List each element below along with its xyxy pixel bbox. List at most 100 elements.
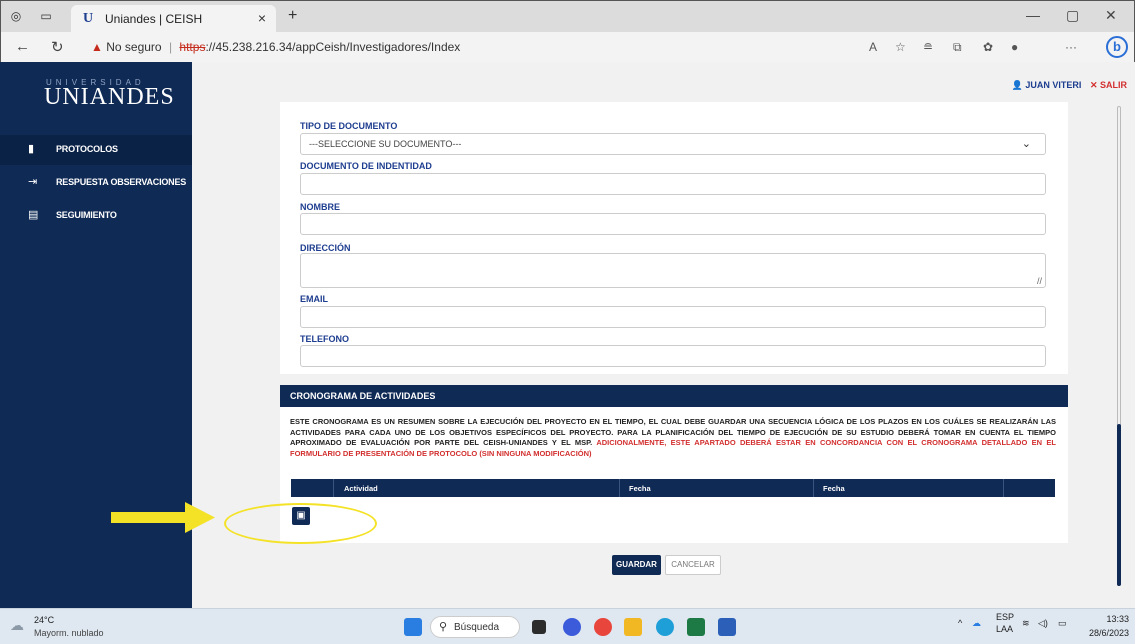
- address-bar: ← ↻ ▲ No seguro | https://45.238.216.34/…: [0, 32, 1135, 62]
- select-value: ---SELECCIONE SU DOCUMENTO---: [309, 139, 462, 149]
- column-divider: [333, 479, 334, 497]
- warning-icon: ▲: [91, 40, 103, 54]
- sidebar-item-label: RESPUESTA OBSERVACIONES: [56, 177, 187, 187]
- language-top[interactable]: ESP: [996, 612, 1014, 622]
- user-icon: 👤: [1011, 80, 1023, 90]
- activities-table-header: Actividad Fecha Fecha: [291, 479, 1055, 497]
- reload-icon[interactable]: ↻: [51, 38, 64, 56]
- read-aloud-icon[interactable]: A: [869, 40, 877, 54]
- email-label: EMAIL: [300, 294, 328, 304]
- resize-handle-icon[interactable]: //: [1037, 276, 1042, 286]
- browser-tab-bar: ◎ ▭ U Uniandes | CEISH × + — ▢ ✕: [0, 0, 1135, 33]
- url-text: ://45.238.216.34/appCeish/Investigadores…: [205, 40, 461, 54]
- cronograma-header: CRONOGRAMA DE ACTIVIDADES: [280, 385, 1068, 407]
- edge-icon[interactable]: [656, 618, 674, 636]
- security-label: No seguro: [106, 40, 162, 54]
- cronograma-title: CRONOGRAMA DE ACTIVIDADES: [290, 391, 436, 401]
- search-icon: ⚲: [439, 621, 448, 633]
- annotation-ellipse: [224, 503, 377, 544]
- nombre-label: NOMBRE: [300, 202, 340, 212]
- logout-label: SALIR: [1100, 80, 1127, 90]
- documento-input[interactable]: [300, 173, 1046, 195]
- column-header-actividad: Actividad: [344, 484, 378, 493]
- save-button[interactable]: GUARDAR: [612, 555, 661, 575]
- column-divider: [1003, 479, 1004, 497]
- profile-icon[interactable]: ●: [1011, 40, 1018, 54]
- brand-logo: UNIANDES: [44, 84, 175, 110]
- clock-date[interactable]: 28/6/2023: [1089, 628, 1129, 638]
- cancel-button[interactable]: CANCELAR: [665, 555, 721, 575]
- volume-icon[interactable]: ◁): [1038, 618, 1048, 629]
- tab-actions-icon[interactable]: ▭: [39, 9, 53, 23]
- new-tab-button[interactable]: +: [288, 7, 297, 25]
- url-scheme: https: [179, 40, 206, 54]
- telefono-label: TELEFONO: [300, 334, 349, 344]
- email-input[interactable]: [300, 306, 1046, 328]
- language-bottom[interactable]: LAA: [996, 624, 1013, 634]
- weather-description[interactable]: Mayorm. nublado: [34, 628, 104, 638]
- uniandes-favicon-icon: U: [83, 11, 94, 26]
- cloudy-weather-icon[interactable]: ☁: [10, 617, 24, 634]
- file-explorer-icon[interactable]: [624, 618, 642, 636]
- chat-icon[interactable]: [563, 618, 581, 636]
- url-field[interactable]: ▲ No seguro | https://45.238.216.34/appC…: [91, 40, 460, 54]
- tab-title: Uniandes | CEISH: [105, 12, 203, 26]
- bing-icon[interactable]: b: [1106, 36, 1128, 58]
- telefono-input[interactable]: [300, 345, 1046, 367]
- minimize-icon[interactable]: —: [1026, 7, 1040, 23]
- sidebar-item-label: PROTOCOLOS: [56, 144, 118, 154]
- nombre-input[interactable]: [300, 213, 1046, 235]
- chevron-down-icon: ⌄: [1021, 138, 1031, 150]
- sidebar-item-label: SEGUIMIENTO: [56, 210, 117, 220]
- favorite-star-icon[interactable]: ☆: [895, 40, 906, 54]
- annotation-arrow-icon: [111, 502, 215, 533]
- chrome-icon[interactable]: [594, 618, 612, 636]
- workspaces-icon[interactable]: ◎: [9, 9, 23, 23]
- close-tab-icon[interactable]: ×: [258, 10, 266, 26]
- extensions-icon[interactable]: ✿: [983, 40, 993, 54]
- clock-time[interactable]: 13:33: [1106, 614, 1129, 624]
- browser-tab[interactable]: U Uniandes | CEISH ×: [71, 5, 276, 33]
- taskbar-search[interactable]: ⚲ Búsqueda: [430, 616, 520, 638]
- cronograma-card: CRONOGRAMA DE ACTIVIDADES ESTE CRONOGRAM…: [280, 385, 1068, 543]
- direccion-textarea[interactable]: //: [300, 253, 1046, 288]
- word-icon[interactable]: [718, 618, 736, 636]
- direccion-label: DIRECCIÓN: [300, 243, 351, 253]
- column-divider: [813, 479, 814, 497]
- column-header-fecha-fin: Fecha: [823, 484, 845, 493]
- search-label: Búsqueda: [454, 622, 500, 633]
- collections-icon[interactable]: ⧉: [953, 40, 962, 55]
- wifi-icon[interactable]: ≋: [1022, 618, 1030, 629]
- taskbar: ☁ 24°C Mayorm. nublado ⚲ Búsqueda ^ ☁ ES…: [0, 608, 1135, 644]
- tipo-documento-select[interactable]: ---SELECCIONE SU DOCUMENTO--- ⌄: [300, 133, 1046, 155]
- close-window-icon[interactable]: ✕: [1105, 7, 1117, 24]
- documento-label: DOCUMENTO DE INDENTIDAD: [300, 161, 432, 171]
- investigator-form: TIPO DE DOCUMENTO ---SELECCIONE SU DOCUM…: [280, 102, 1068, 374]
- task-view-icon[interactable]: [532, 620, 546, 634]
- page-scrollbar[interactable]: [1117, 106, 1121, 586]
- user-menu: 👤 JUAN VITERI ✕ SALIR: [1012, 80, 1127, 91]
- more-options-icon[interactable]: ···: [1065, 40, 1077, 54]
- excel-icon[interactable]: [687, 618, 705, 636]
- logout-button[interactable]: ✕ SALIR: [1090, 80, 1127, 90]
- cronograma-description: ESTE CRONOGRAMA ES UN RESUMEN SOBRE LA E…: [290, 417, 1056, 459]
- battery-icon[interactable]: ▭: [1058, 618, 1067, 629]
- sidebar-item-seguimiento[interactable]: ▤ SEGUIMIENTO: [0, 201, 192, 231]
- column-header-fecha-inicio: Fecha: [629, 484, 651, 493]
- user-name[interactable]: JUAN VITERI: [1025, 80, 1081, 90]
- favorites-icon[interactable]: ≘: [923, 40, 933, 54]
- restore-icon[interactable]: ▢: [1066, 7, 1079, 24]
- scroll-thumb[interactable]: [1117, 424, 1121, 586]
- start-icon[interactable]: [404, 618, 422, 636]
- pdf-file-icon: ▮: [28, 143, 35, 155]
- chevron-up-icon[interactable]: ^: [958, 618, 962, 628]
- back-icon[interactable]: ←: [15, 38, 30, 55]
- file-import-icon: ⇥: [28, 176, 38, 188]
- url-separator: |: [168, 40, 173, 54]
- sidebar-item-protocolos[interactable]: ▮ PROTOCOLOS: [0, 135, 192, 165]
- sidebar-item-respuesta-observaciones[interactable]: ⇥ RESPUESTA OBSERVACIONES: [0, 168, 192, 198]
- tipo-documento-label: TIPO DE DOCUMENTO: [300, 121, 398, 131]
- document-icon: ▤: [28, 209, 39, 221]
- weather-temperature[interactable]: 24°C: [34, 615, 54, 625]
- onedrive-icon[interactable]: ☁: [972, 618, 981, 629]
